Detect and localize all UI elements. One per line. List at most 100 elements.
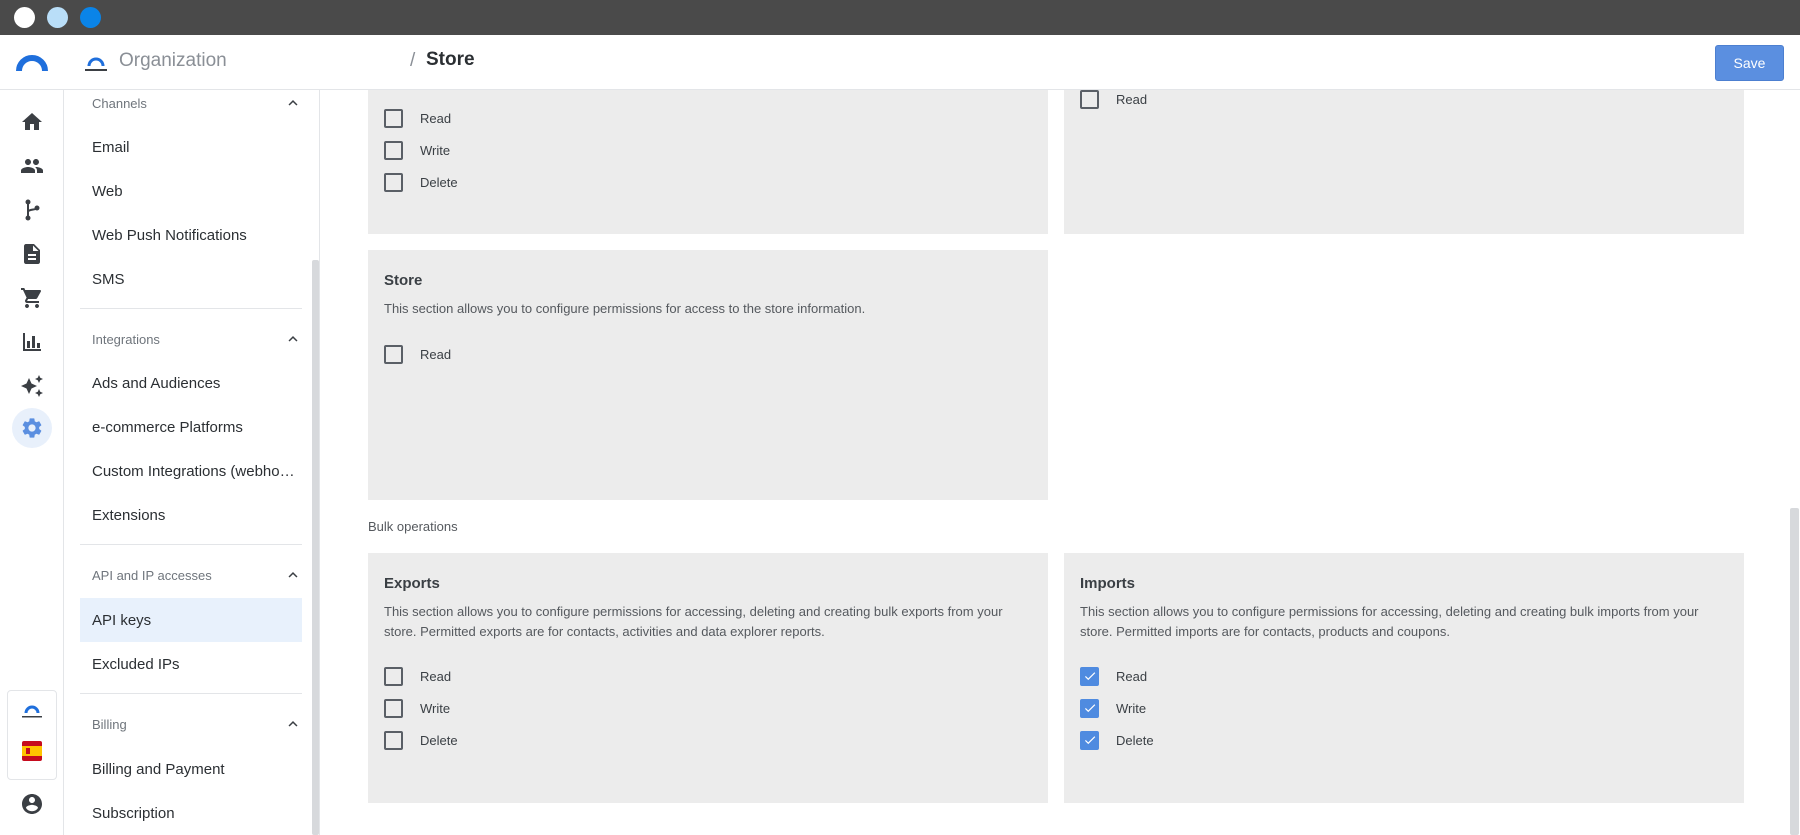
delete-checkbox[interactable]: [1080, 730, 1099, 750]
sidebar-item-custom-integrations[interactable]: Custom Integrations (webhooks): [80, 449, 302, 493]
sidebar-section-label: API and IP accesses: [92, 567, 212, 583]
permission-label: Read: [1116, 91, 1148, 107]
app-header: Organization / Store Save: [0, 35, 1800, 90]
permission-read[interactable]: Read: [384, 665, 451, 687]
spain-flag-icon[interactable]: [22, 741, 42, 761]
org-switcher-logo-icon[interactable]: [14, 699, 50, 721]
card-title: Exports: [384, 575, 440, 592]
sidebar-item-label: Extensions: [92, 506, 166, 524]
sidebar-item-label: Email: [92, 138, 130, 156]
card-description: This section allows you to configure per…: [1080, 604, 1699, 639]
sidebar-item-extensions[interactable]: Extensions: [80, 493, 302, 537]
gear-icon[interactable]: [20, 416, 44, 440]
sidebar-divider: [80, 693, 302, 694]
cart-icon[interactable]: [20, 286, 44, 310]
sidebar-item-subscription[interactable]: Subscription: [80, 791, 302, 835]
window-close-button[interactable]: [14, 7, 35, 28]
brand-logo-icon[interactable]: [16, 49, 48, 75]
read-checkbox[interactable]: [1080, 666, 1099, 686]
sidebar-item-excluded-ips[interactable]: Excluded IPs: [80, 642, 302, 686]
home-icon[interactable]: [20, 110, 44, 134]
card-title: Store: [384, 272, 423, 289]
settings-sidebar: Channels Email Web Web Push Notification…: [64, 90, 320, 835]
sidebar-item-label: Billing and Payment: [92, 760, 225, 778]
sidebar-item-ads-audiences[interactable]: Ads and Audiences: [80, 361, 302, 405]
sidebar-item-label: Subscription: [92, 804, 175, 822]
read-checkbox[interactable]: [384, 344, 403, 364]
sidebar-item-web-push[interactable]: Web Push Notifications: [80, 213, 302, 257]
permission-delete[interactable]: Delete: [1080, 729, 1154, 751]
main-scrollbar[interactable]: [1790, 508, 1799, 835]
window-maximize-button[interactable]: [80, 7, 101, 28]
delete-checkbox[interactable]: [384, 172, 403, 192]
sidebar-section-label: Channels: [92, 95, 147, 111]
card-description: This section allows you to configure per…: [384, 604, 1003, 639]
card-title: Imports: [1080, 575, 1136, 592]
sidebar-item-sms[interactable]: SMS: [80, 257, 302, 301]
read-checkbox[interactable]: [1080, 90, 1099, 109]
sidebar-item-label: SMS: [92, 270, 125, 288]
sidebar-item-web[interactable]: Web: [80, 169, 302, 213]
permission-label: Read: [1116, 668, 1148, 684]
sidebar-item-ecommerce-platforms[interactable]: e-commerce Platforms: [80, 405, 302, 449]
read-checkbox[interactable]: [384, 666, 403, 686]
window-minimize-button[interactable]: [47, 7, 68, 28]
chevron-up-icon: [288, 336, 298, 342]
write-checkbox[interactable]: [384, 698, 403, 718]
write-checkbox[interactable]: [1080, 698, 1099, 718]
bulk-operations-heading: Bulk operations: [368, 519, 458, 534]
permission-read[interactable]: Read: [384, 343, 451, 365]
sidebar-section-channels[interactable]: Channels: [92, 92, 302, 114]
sidebar-item-email[interactable]: Email: [80, 125, 302, 169]
main-content: Read Write Delete Read Store This sectio…: [320, 90, 1800, 835]
sidebar-section-billing[interactable]: Billing: [92, 713, 302, 735]
user-account-icon[interactable]: [20, 792, 44, 816]
permission-read[interactable]: Read: [1080, 665, 1147, 687]
sidebar-item-api-keys[interactable]: API keys: [80, 598, 302, 642]
icon-rail: [0, 90, 64, 835]
permission-label: Write: [420, 700, 451, 716]
permission-card-top-right: Read: [1064, 90, 1744, 234]
people-icon[interactable]: [20, 154, 44, 178]
permission-read[interactable]: Read: [1080, 90, 1147, 110]
org-name[interactable]: Organization: [119, 50, 227, 72]
page-title: Store: [426, 49, 475, 70]
permission-label: Write: [1116, 700, 1147, 716]
sidebar-section-label: Integrations: [92, 331, 160, 347]
sidebar-section-integrations[interactable]: Integrations: [92, 328, 302, 350]
card-description: This section allows you to configure per…: [384, 301, 866, 316]
sidebar-divider: [80, 544, 302, 545]
read-checkbox[interactable]: [384, 108, 403, 128]
permission-write[interactable]: Write: [384, 139, 450, 161]
sidebar-item-label: API keys: [92, 611, 152, 629]
permission-write[interactable]: Write: [1080, 697, 1146, 719]
sidebar-item-label: Excluded IPs: [92, 655, 180, 673]
permission-delete[interactable]: Delete: [384, 729, 458, 751]
window-titlebar: [0, 0, 1800, 35]
sidebar-item-billing-payment[interactable]: Billing and Payment: [80, 747, 302, 791]
chart-icon[interactable]: [20, 330, 44, 354]
org-logo-icon: [82, 53, 110, 75]
delete-checkbox[interactable]: [384, 730, 403, 750]
permission-read[interactable]: Read: [384, 107, 451, 129]
sparkle-icon[interactable]: [20, 374, 44, 398]
chevron-up-icon: [288, 572, 298, 578]
permission-write[interactable]: Write: [384, 697, 450, 719]
permission-label: Delete: [1116, 732, 1154, 748]
document-icon[interactable]: [20, 242, 44, 266]
permission-label: Write: [420, 142, 451, 158]
permission-label: Delete: [420, 174, 458, 190]
permission-card-top-left: Read Write Delete: [368, 90, 1048, 234]
permission-delete[interactable]: Delete: [384, 171, 458, 193]
save-button[interactable]: Save: [1715, 45, 1784, 81]
sidebar-divider: [80, 308, 302, 309]
sidebar-section-label: Billing: [92, 716, 127, 732]
sidebar-item-label: Ads and Audiences: [92, 374, 221, 392]
sidebar-section-api-ip[interactable]: API and IP accesses: [92, 564, 302, 586]
flow-icon[interactable]: [20, 198, 44, 222]
permission-card-imports: Imports This section allows you to confi…: [1064, 553, 1744, 803]
chevron-up-icon: [288, 100, 298, 106]
sidebar-scrollbar[interactable]: [312, 260, 319, 835]
permission-label: Read: [420, 346, 452, 362]
write-checkbox[interactable]: [384, 140, 403, 160]
